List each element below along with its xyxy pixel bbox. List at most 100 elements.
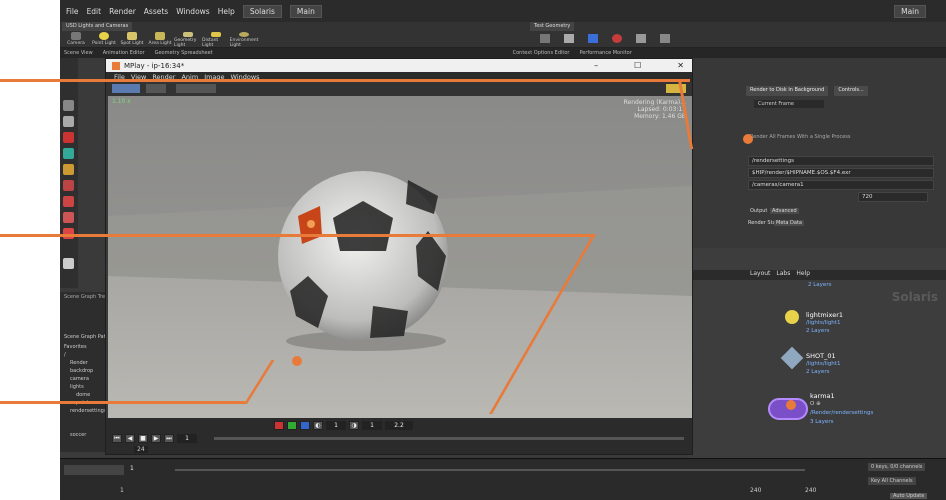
menu-layout[interactable]: Layout <box>750 270 770 280</box>
red-channel-icon[interactable] <box>274 421 284 430</box>
geo-tool-icon[interactable] <box>660 34 670 43</box>
geo-tool-icon[interactable] <box>540 34 550 43</box>
range-start[interactable]: 1 <box>120 487 124 494</box>
maximize-icon[interactable]: ☐ <box>634 61 641 70</box>
alpha-channel-icon[interactable]: ◐ <box>313 421 323 430</box>
mplay-titlebar[interactable]: MPlay - ip-16:34* – ☐ ✕ <box>106 59 692 72</box>
mplay-title: MPlay - ip-16:34* <box>124 61 185 70</box>
main-tab-selector[interactable]: Main <box>289 4 322 18</box>
shelf-tool-camera[interactable]: Camera <box>62 32 90 48</box>
playback-controls[interactable] <box>64 465 124 475</box>
menu-assets[interactable]: Assets <box>144 7 168 16</box>
channel-select[interactable] <box>146 84 166 93</box>
tree-item-backdrop[interactable]: backdrop <box>70 368 93 374</box>
range-end[interactable]: 240 <box>750 487 761 494</box>
resolution-field[interactable]: 720 <box>858 192 928 202</box>
timeline-scrubber[interactable] <box>175 469 805 471</box>
single-process-label[interactable]: Render All Frames With a Single Process <box>750 134 850 140</box>
select-tool-icon[interactable] <box>63 100 74 111</box>
current-frame[interactable]: 1 <box>130 465 134 472</box>
magnet-tool-icon[interactable] <box>63 212 74 223</box>
play-back-icon[interactable]: ◀ <box>125 434 135 443</box>
shelf-tab-test-geometry[interactable]: Test Geometry <box>530 22 575 31</box>
light-tool-icon[interactable] <box>63 148 74 159</box>
spot-light-icon <box>127 32 137 40</box>
zoom-field[interactable]: 2.2 <box>385 421 413 430</box>
viewport-overlay-text: 1.10 x <box>112 98 131 105</box>
minimize-icon[interactable]: – <box>594 61 598 70</box>
point-light-icon <box>99 32 109 40</box>
tree-item-render[interactable]: Render <box>70 360 88 366</box>
geo-tool-icon[interactable] <box>564 34 574 43</box>
menu-help-net[interactable]: Help <box>796 270 810 280</box>
shelf-tool-area-light[interactable]: Area Light <box>146 32 174 48</box>
camera-field[interactable]: /cameras/camera1 <box>748 180 934 190</box>
shelf-tool-spot-light[interactable]: Spot Light <box>118 32 146 48</box>
tree-item-rendersettings[interactable]: rendersettings <box>70 408 106 414</box>
geo-tool-icon[interactable] <box>636 34 646 43</box>
view-tool-icon[interactable] <box>63 116 74 127</box>
shelf-tool-environment-light[interactable]: Environment Light <box>230 32 258 48</box>
current-frame-select[interactable]: Current Frame <box>754 100 824 108</box>
null-node-icon[interactable] <box>780 346 804 370</box>
exposure-icon[interactable]: ◑ <box>349 421 359 430</box>
controls-button[interactable]: Controls... <box>834 86 868 96</box>
tree-item-lights[interactable]: lights <box>70 384 84 390</box>
key-all-channels[interactable]: Key All Channels <box>868 477 916 485</box>
first-frame-icon[interactable]: ⏮ <box>112 434 122 443</box>
geo-tool-icon[interactable] <box>588 34 598 43</box>
desktop-selector[interactable]: Solaris <box>242 4 282 18</box>
view-mode-icon[interactable] <box>112 84 140 93</box>
global-end[interactable]: 240 <box>805 487 816 494</box>
tab-animation-editor[interactable]: Animation Editor <box>103 50 145 56</box>
play-icon[interactable]: ▶ <box>151 434 161 443</box>
modify-tool-icon[interactable] <box>63 180 74 191</box>
rendersettings-field[interactable]: /rendersettings <box>748 156 934 166</box>
tab-context-options[interactable]: Context Options Editor <box>513 50 570 56</box>
menu-edit[interactable]: Edit <box>87 7 102 16</box>
exposure-field[interactable]: 1 <box>362 421 382 430</box>
mplay-frame-slider[interactable] <box>214 437 684 440</box>
blue-channel-icon[interactable] <box>300 421 310 430</box>
tree-item-favorites[interactable]: Favorites <box>64 344 87 350</box>
shelf-tool-geometry-light[interactable]: Geometry Light <box>174 32 202 48</box>
menu-help[interactable]: Help <box>218 7 235 16</box>
tree-item-root[interactable]: / <box>64 352 66 358</box>
tree-item-dome[interactable]: dome <box>76 392 90 398</box>
green-channel-icon[interactable] <box>287 421 297 430</box>
render-viewport[interactable]: 1.10 x <box>108 96 692 418</box>
shelf-tool-distant-light[interactable]: Distant Light <box>202 32 230 48</box>
tab-geometry-spreadsheet[interactable]: Geometry Spreadsheet <box>155 50 213 56</box>
geo-tool-icon[interactable] <box>612 34 622 43</box>
tab-scene-view[interactable]: Scene View <box>64 50 93 56</box>
tab-advanced[interactable]: Advanced <box>770 208 799 214</box>
last-frame-icon[interactable]: ⏭ <box>164 434 174 443</box>
right-main-selector[interactable]: Main <box>894 4 926 18</box>
output-picture-field[interactable]: $HIP/render/$HIPNAME.$OS.$F4.exr <box>748 168 934 178</box>
shelf-tool-point-light[interactable]: Point Light <box>90 32 118 48</box>
auto-update[interactable]: Auto Update <box>890 493 928 499</box>
gamma-field[interactable]: 1 <box>326 421 346 430</box>
paint-tool-icon[interactable] <box>63 164 74 175</box>
menu-render[interactable]: Render <box>109 7 136 16</box>
menu-labs[interactable]: Labs <box>776 270 790 280</box>
menu-windows[interactable]: Windows <box>176 7 209 16</box>
render-tool-icon[interactable] <box>63 258 74 269</box>
frame-end-field[interactable]: 24 <box>134 446 148 453</box>
stop-icon[interactable]: ■ <box>138 434 148 443</box>
snap-tool-icon[interactable] <box>63 196 74 207</box>
keys-channels[interactable]: 0 keys, 0/0 channels <box>868 463 926 471</box>
render-to-disk-bg-button[interactable]: Render to Disk in Background <box>746 86 829 96</box>
menu-file[interactable]: File <box>66 7 79 16</box>
tree-item-soccer[interactable]: soccer <box>70 432 86 438</box>
tab-performance-monitor[interactable]: Performance Monitor <box>579 50 631 56</box>
tab-output[interactable]: Output <box>750 208 767 214</box>
tree-item-camera[interactable]: camera <box>70 376 89 382</box>
display-options[interactable] <box>176 84 216 93</box>
lightmixer-node-icon[interactable] <box>785 310 799 324</box>
tab-meta-data[interactable]: Meta Data <box>774 220 804 226</box>
handle-tool-icon[interactable] <box>63 132 74 143</box>
frame-field[interactable]: 1 <box>177 434 197 443</box>
close-icon[interactable]: ✕ <box>677 61 684 70</box>
shelf-tab-lights[interactable]: USD Lights and Cameras <box>62 22 133 31</box>
